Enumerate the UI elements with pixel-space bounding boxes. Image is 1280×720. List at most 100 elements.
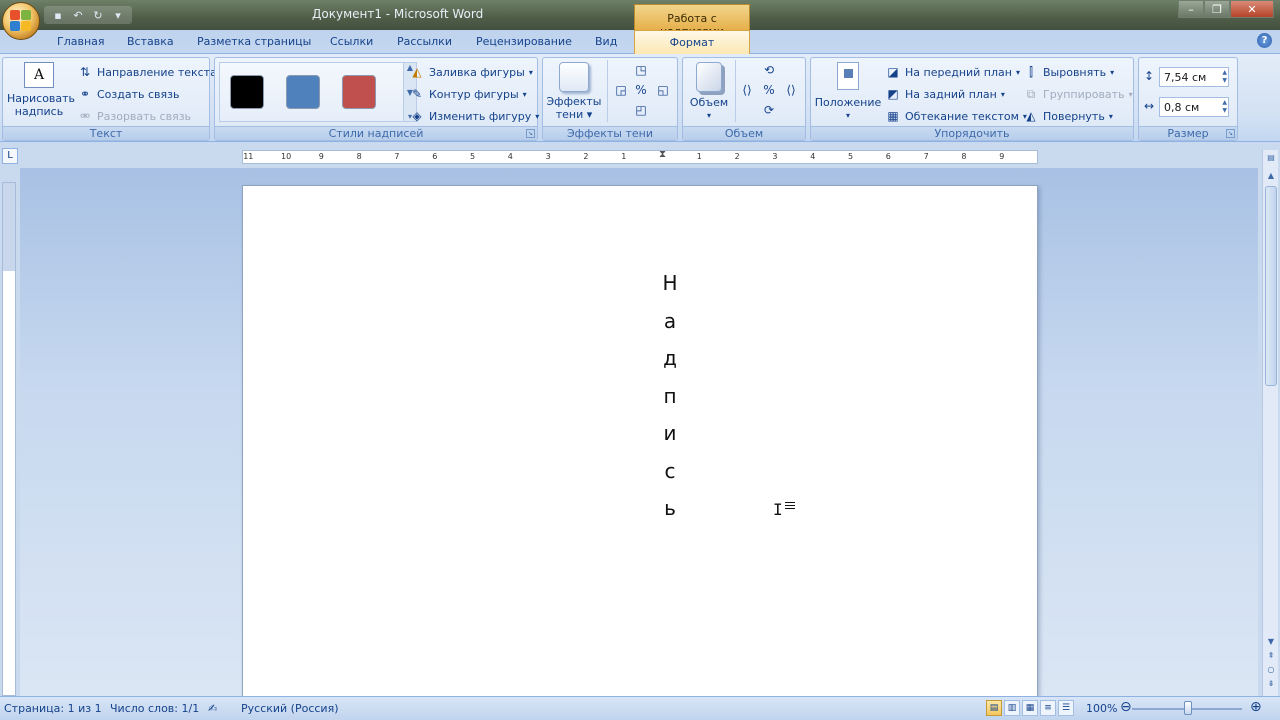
create-link-button[interactable]: ⚭ Создать связь (77, 86, 180, 102)
spin-arrows-icon[interactable]: ▲ ▼ (1222, 69, 1227, 85)
office-button[interactable] (2, 2, 40, 40)
horizontal-ruler[interactable]: 11 10 9 8 7 6 5 4 3 2 1 1 2 3 4 5 6 7 8 9 ⧗ (242, 149, 1038, 164)
vertical-textbox[interactable]: Надпись (655, 265, 685, 528)
text-wrapping-button[interactable]: ▦ Обтекание текстом ▾ (885, 108, 1027, 124)
shadow-effects-button[interactable]: Эффекты тени ▾ (545, 62, 603, 121)
zoom-in-icon[interactable]: ⊕ (1250, 699, 1262, 715)
prev-page-icon[interactable]: ⇞ (1265, 650, 1277, 662)
indent-marker-icon[interactable]: ⧗ (659, 149, 666, 160)
tab-review[interactable]: Рецензирование (476, 35, 572, 48)
shape-fill-button[interactable]: ◭ Заливка фигуры ▾ (409, 64, 533, 80)
zoom-slider-thumb[interactable] (1184, 701, 1192, 715)
tilt-down-icon[interactable]: ⟳ (761, 102, 777, 118)
draft-view-icon[interactable]: ☰ (1058, 700, 1074, 716)
group-label-size: Размер (1139, 126, 1237, 140)
full-screen-reading-icon[interactable]: ▥ (1004, 700, 1020, 716)
shadow-effects-label-1: Эффекты (546, 95, 602, 108)
outline-view-icon[interactable]: ≡ (1040, 700, 1056, 716)
break-link-button[interactable]: ⚮ Разорвать связь (77, 108, 191, 124)
draw-textbox-label-2: надпись (14, 105, 64, 118)
tab-format[interactable]: Формат (634, 30, 750, 55)
undo-icon[interactable]: ↶ (69, 7, 87, 23)
nudge-shadow-up-icon[interactable]: ◳ (633, 62, 649, 78)
close-icon[interactable]: ✕ (1230, 0, 1274, 18)
word-count[interactable]: Число слов: 1/1 (110, 702, 199, 715)
change-shape-button[interactable]: ◈ Изменить фигуру ▾ (409, 108, 539, 124)
height-value: 7,54 см (1164, 71, 1207, 84)
draw-textbox-button[interactable]: A Нарисовать надпись (7, 62, 75, 118)
spin-arrows-icon[interactable]: ▲ ▼ (1222, 99, 1227, 115)
document-page[interactable] (242, 185, 1038, 705)
tab-insert[interactable]: Вставка (127, 35, 174, 48)
language[interactable]: Русский (Россия) (241, 702, 339, 715)
group-button[interactable]: ⧉ Группировать ▾ (1023, 86, 1133, 102)
text-direction-button[interactable]: ⇅ Направление текста (77, 64, 217, 80)
customize-qat-icon[interactable]: ▾ (109, 7, 127, 23)
ruler-toggle-icon[interactable]: ▤ (1265, 152, 1277, 164)
style-swatch-black[interactable] (230, 75, 264, 109)
shadow-icon (559, 62, 589, 92)
web-layout-icon[interactable]: ▦ (1022, 700, 1038, 716)
ruler-number: 11 (243, 152, 254, 161)
scroll-down-icon[interactable]: ▼ (1265, 636, 1277, 648)
ruler-number: 2 (583, 152, 589, 161)
tab-references[interactable]: Ссылки (330, 35, 373, 48)
align-icon: ⫿ (1029, 64, 1033, 79)
shape-outline-button[interactable]: ✎ Контур фигуры ▾ (409, 86, 527, 102)
style-swatch-blue[interactable] (286, 75, 320, 109)
spellcheck-icon[interactable]: ✍ (208, 702, 217, 715)
tilt-up-icon[interactable]: ⟲ (761, 62, 777, 78)
group-shadow-effects: Эффекты тени ▾ ◳ ◲ % ◱ ◰ Эффекты тени (542, 57, 678, 141)
redo-icon[interactable]: ↻ (89, 7, 107, 23)
shadow-toggle-icon[interactable]: % (633, 82, 649, 98)
shape-fill-label: Заливка фигуры (429, 65, 525, 79)
group-arrange: Положение ▾ ◪ На передний план ▾ ◩ На за… (810, 57, 1134, 141)
save-icon[interactable]: ▪ (49, 7, 67, 23)
bring-to-front-button[interactable]: ◪ На передний план ▾ (885, 64, 1020, 80)
tab-page-layout[interactable]: Разметка страницы (197, 35, 311, 48)
tilt-right-icon[interactable]: ⟨⟩ (783, 82, 799, 98)
3d-toggle-icon[interactable]: % (761, 82, 777, 98)
ribbon: A Нарисовать надпись ⇅ Направление текст… (0, 54, 1280, 142)
width-spinner[interactable]: 0,8 см ▲ ▼ (1159, 97, 1229, 117)
send-to-back-button[interactable]: ◩ На задний план ▾ (885, 86, 1005, 102)
scroll-thumb[interactable] (1265, 186, 1277, 386)
scroll-up-icon[interactable]: ▲ (1265, 170, 1277, 182)
tab-home[interactable]: Главная (57, 35, 105, 48)
tilt-left-icon[interactable]: ⟨⟩ (739, 82, 755, 98)
next-page-icon[interactable]: ⇟ (1265, 678, 1277, 690)
vertical-scrollbar[interactable]: ▤ ▲ ▼ ⇞ ○ ⇟ (1262, 150, 1278, 696)
tab-selector[interactable]: L (2, 148, 18, 164)
height-spinner[interactable]: 7,54 см ▲ ▼ (1159, 67, 1229, 87)
minimize-icon[interactable]: – (1178, 0, 1204, 18)
3d-effects-button[interactable]: Объем ▾ (685, 62, 733, 122)
chevron-down-icon: ▾ (535, 111, 540, 121)
style-swatch-red[interactable] (342, 75, 376, 109)
position-button[interactable]: Положение ▾ (813, 62, 883, 122)
browse-object-icon[interactable]: ○ (1265, 664, 1277, 676)
maximize-icon[interactable]: ❐ (1204, 0, 1230, 18)
dialog-launcher-icon[interactable]: ↘ (526, 129, 535, 138)
vertical-ruler[interactable] (2, 182, 16, 696)
nudge-shadow-down-icon[interactable]: ◰ (633, 102, 649, 118)
align-button[interactable]: ⫿ Выровнять ▾ (1023, 64, 1114, 80)
chevron-down-icon: ▾ (1110, 67, 1115, 77)
nudge-shadow-right-icon[interactable]: ◱ (655, 82, 671, 98)
tab-view[interactable]: Вид (595, 35, 617, 48)
align-label: Выровнять (1043, 65, 1107, 79)
textbox-letter: ь (664, 496, 676, 520)
rotate-button[interactable]: ◭ Повернуть ▾ (1023, 108, 1112, 124)
dialog-launcher-icon[interactable]: ↘ (1226, 129, 1235, 138)
divider (735, 60, 736, 122)
nudge-shadow-left-icon[interactable]: ◲ (613, 82, 629, 98)
help-icon[interactable]: ? (1257, 33, 1272, 48)
zoom-level[interactable]: 100% (1086, 702, 1117, 715)
window-title: Документ1 - Microsoft Word (312, 7, 484, 21)
group-label-arrange: Упорядочить (811, 126, 1133, 140)
page-count[interactable]: Страница: 1 из 1 (4, 702, 102, 715)
print-layout-view-icon[interactable]: ▤ (986, 700, 1002, 716)
zoom-out-icon[interactable]: ⊖ (1120, 699, 1132, 715)
tab-mailings[interactable]: Рассылки (397, 35, 452, 48)
ruler-number: 8 (356, 152, 362, 161)
ruler-number: 10 (281, 152, 292, 161)
